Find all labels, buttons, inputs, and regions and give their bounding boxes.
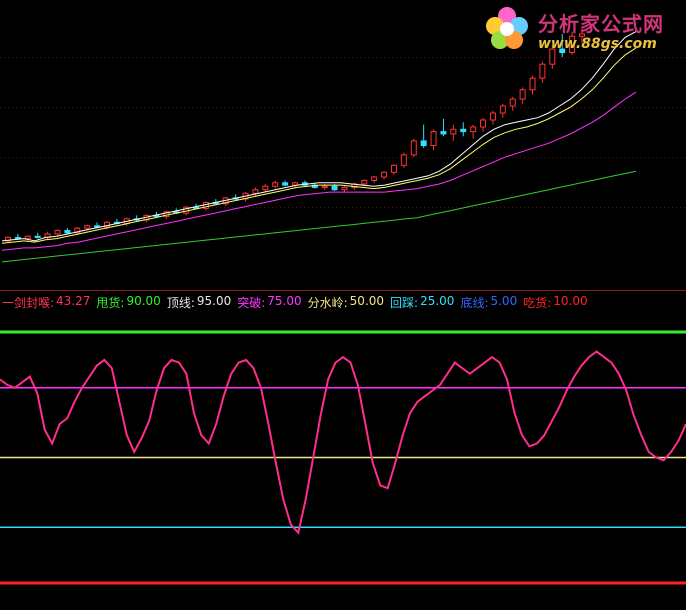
legend-value: 43.27 (56, 294, 91, 308)
legend-item: 突破: 75.00 (237, 294, 301, 310)
candle-body (519, 89, 526, 100)
legend-value: 5.00 (490, 294, 518, 308)
legend-name: 甩货: (96, 296, 125, 310)
legend-value: 50.00 (349, 294, 385, 308)
legend-value: 95.00 (196, 294, 232, 308)
candle-body (34, 235, 41, 238)
candle-body (54, 229, 61, 235)
candle-body (331, 185, 338, 191)
legend-item: 甩货: 90.00 (96, 294, 160, 310)
candle-body (361, 179, 368, 185)
candle-body (470, 126, 477, 133)
indicator-line-layer (0, 350, 686, 535)
legend-value: 25.00 (420, 294, 455, 308)
legend-item: 吃货: 10.00 (523, 294, 587, 310)
candle-body (430, 131, 437, 147)
candle-body (410, 140, 417, 156)
candlestick-layer (5, 26, 585, 243)
legend-name: 一剑封喉: (2, 296, 55, 310)
candle-body (272, 182, 279, 187)
candle-body (460, 128, 467, 133)
candle-body (489, 112, 496, 121)
candle-body (262, 185, 269, 191)
legend-value: 10.00 (553, 294, 588, 308)
watermark-brand: 分析家公式网 (538, 12, 664, 36)
candle-body (14, 236, 21, 240)
candle-body (321, 185, 328, 188)
candle-body (450, 128, 457, 135)
watermark-url: www.88gs.com (538, 36, 657, 52)
candle-body (529, 77, 536, 91)
legend-name: 分水岭: (307, 296, 348, 310)
candle-body (252, 189, 259, 194)
indicator-legend: 一剑封喉: 43.27 甩货: 90.00 顶线: 95.00 突破: 75.00 分水岭: 50… (2, 294, 588, 310)
panel-separator (0, 290, 686, 291)
candle-body (509, 98, 516, 107)
candle-body (341, 186, 348, 191)
watermark-logo: 分析家公式网 www.88gs.com (480, 4, 680, 56)
candle-body (84, 225, 91, 229)
candle-body (371, 176, 378, 181)
candle-body (499, 105, 506, 114)
candle-body (420, 140, 427, 147)
candle-body (282, 182, 289, 186)
candle-body (539, 63, 546, 79)
candle-body (400, 154, 407, 166)
candle-body (381, 171, 388, 178)
legend-name: 底线: (460, 296, 489, 310)
indicator-reference-lines (0, 330, 686, 585)
indicator-line (0, 350, 686, 535)
candle-body (64, 229, 71, 234)
legend-value: 75.00 (267, 294, 302, 308)
candle-body (94, 225, 101, 228)
candle-body (24, 235, 31, 240)
candle-body (440, 131, 447, 135)
legend-value: 90.00 (126, 294, 161, 308)
legend-name: 突破: (237, 296, 266, 310)
legend-item: 底线: 5.00 (460, 294, 517, 310)
legend-item: 回踩: 25.00 (390, 294, 454, 310)
legend-item: 一剑封喉: 43.27 (2, 294, 90, 310)
legend-name: 回踩: (390, 296, 419, 310)
candle-body (390, 164, 397, 173)
candle-body (480, 119, 487, 128)
legend-item: 顶线: 95.00 (167, 294, 231, 310)
legend-name: 吃货: (523, 296, 552, 310)
legend-item: 分水岭: 50.00 (308, 294, 384, 310)
flower-logo-icon (486, 7, 528, 49)
legend-name: 顶线: (166, 296, 195, 310)
moving-average-line (1, 31, 637, 242)
